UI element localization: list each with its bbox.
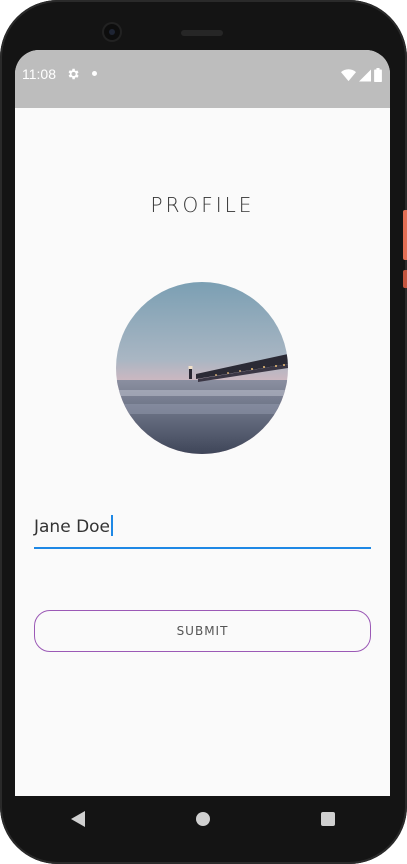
front-camera [104,24,120,40]
navigation-bar [15,796,390,842]
back-icon[interactable] [58,799,98,839]
status-bar: 11:08 [15,50,390,108]
home-icon[interactable] [183,799,223,839]
wifi-icon [341,67,356,86]
recents-icon[interactable] [308,799,348,839]
volume-button[interactable] [403,270,407,288]
submit-button-label: SUBMIT [176,624,229,638]
text-cursor [111,515,114,536]
name-input-value: Jane Doe [34,515,114,537]
gear-icon [66,66,80,85]
battery-icon [374,67,382,86]
name-input[interactable]: Jane Doe [34,505,371,549]
page-title: PROFILE [150,193,255,217]
signal-icon [359,67,371,86]
screen: 11:08 PROFILE Jane Doe SUBMIT [15,50,390,796]
status-icons [341,67,382,86]
earpiece-speaker [181,30,223,36]
device-frame: 11:08 PROFILE Jane Doe SUBMIT [0,0,407,864]
power-button[interactable] [403,210,407,260]
notification-dot-icon [92,71,97,76]
profile-avatar[interactable] [116,282,288,454]
submit-button[interactable]: SUBMIT [34,610,371,652]
status-time: 11:08 [22,66,56,82]
